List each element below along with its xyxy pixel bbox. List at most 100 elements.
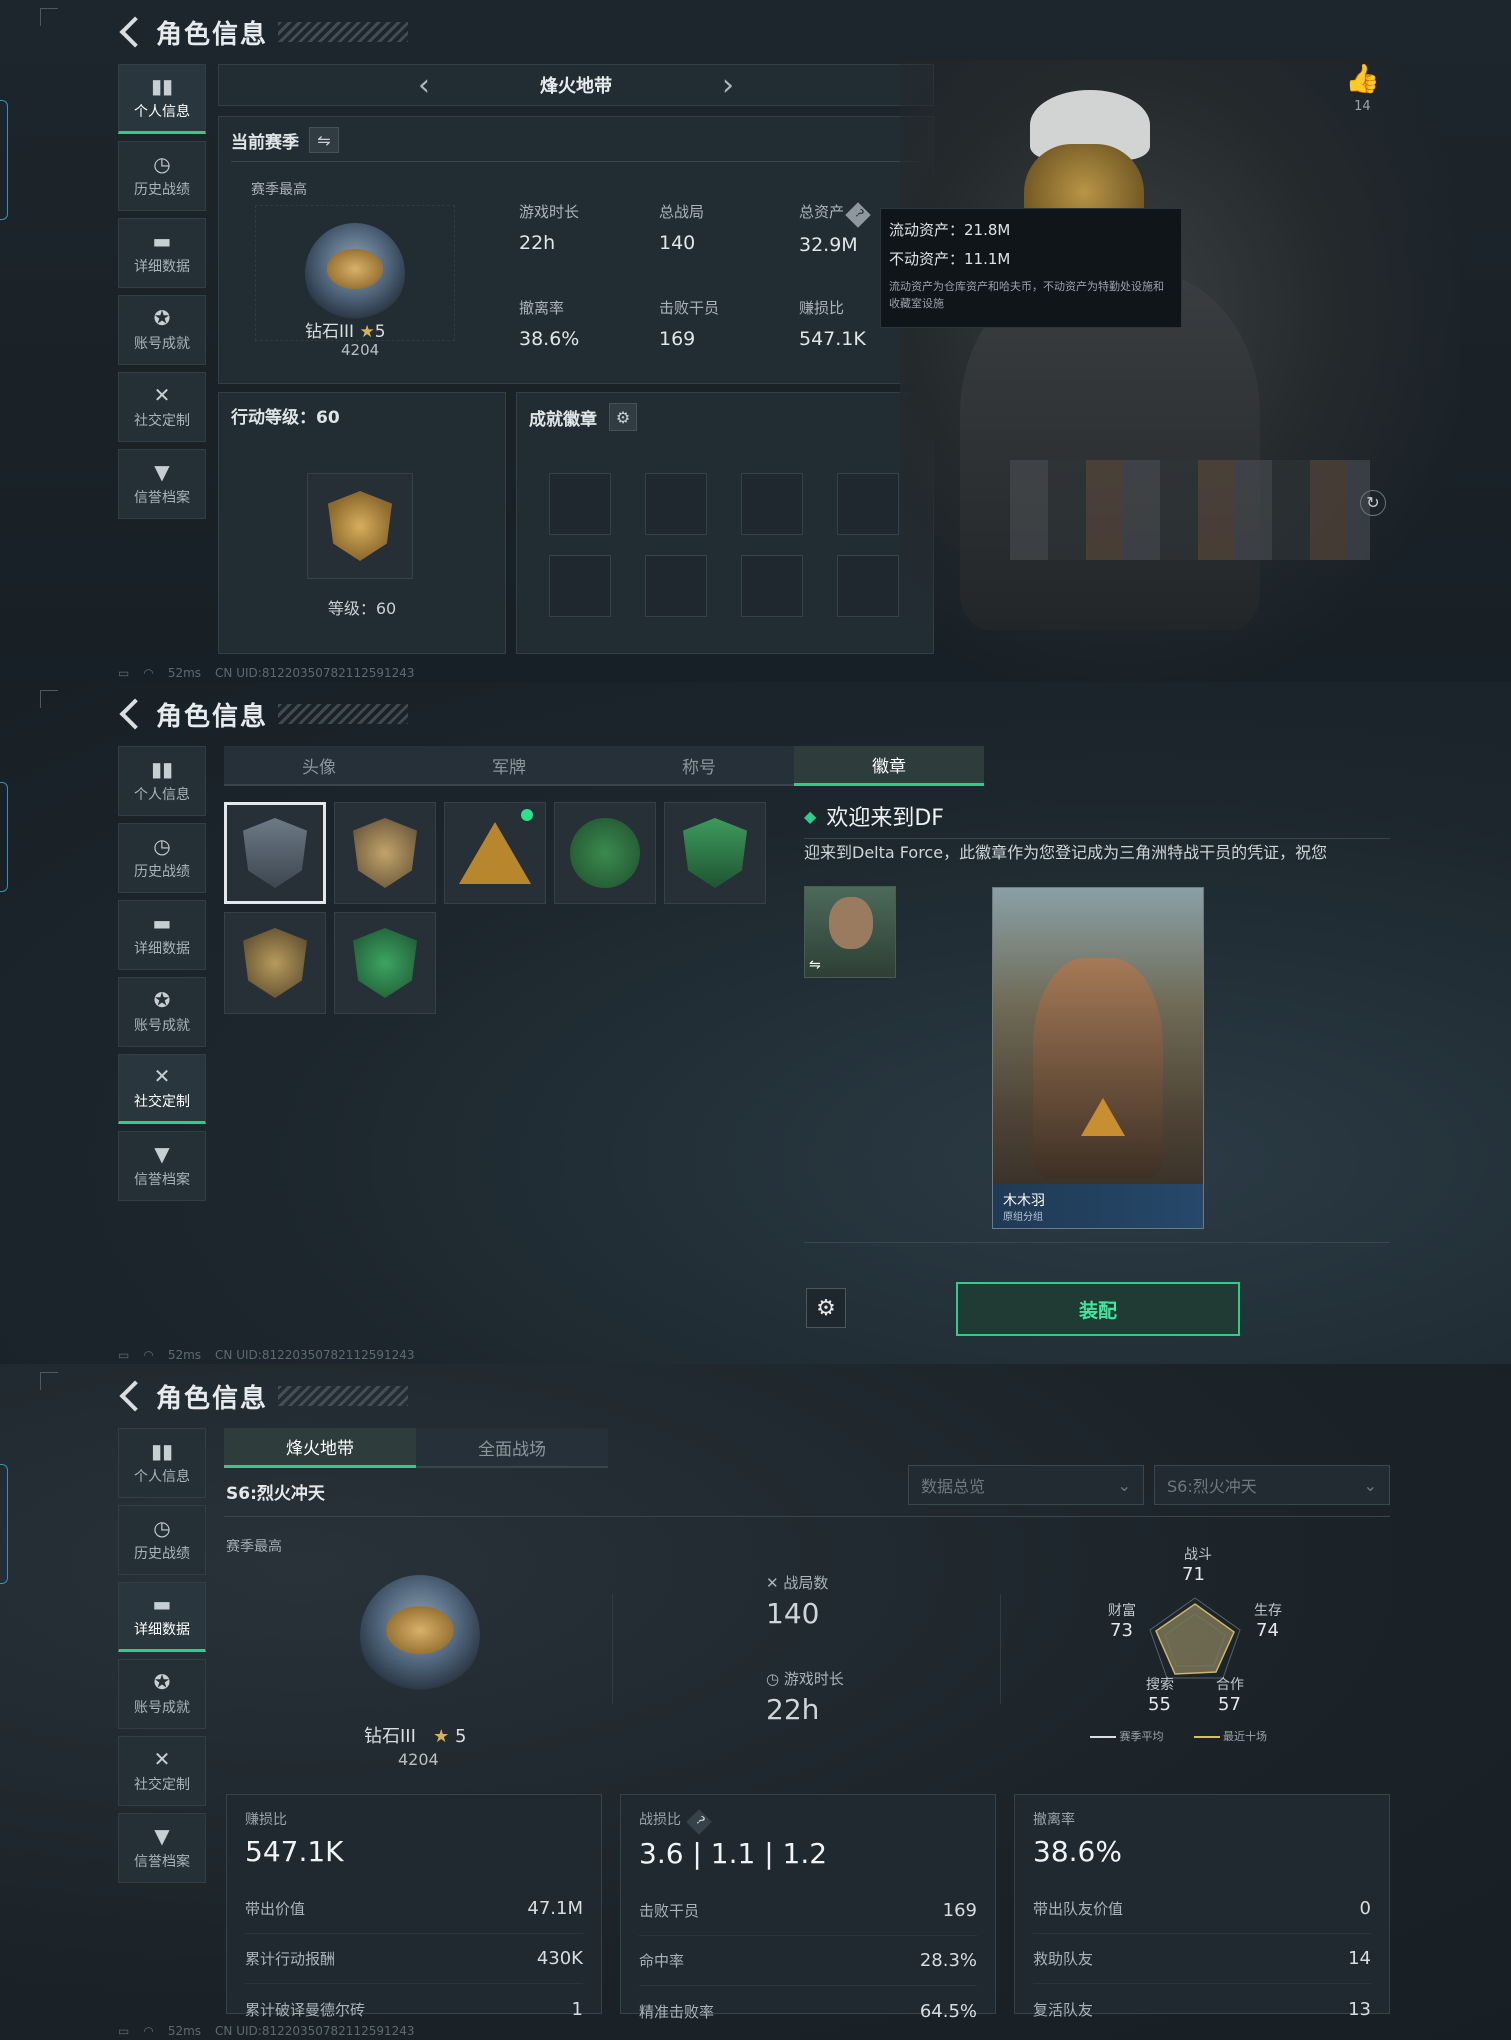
badge-item-selected[interactable] (224, 802, 326, 904)
row-value: 13 (1348, 1998, 1371, 2020)
refresh-icon[interactable]: ↻ (1360, 490, 1386, 516)
card-player-name: 木木羽 (1003, 1193, 1045, 1209)
sidebar-item-personal[interactable]: ▮▮ 个人信息 (118, 64, 206, 134)
stat-value: 169 (659, 328, 696, 350)
equip-button[interactable]: 装配 (956, 1282, 1240, 1336)
clock-icon: ◷ (153, 833, 171, 858)
sidebar-item-history[interactable]: ◷ 历史战绩 (118, 823, 206, 893)
season-dropdown[interactable]: S6:烈火冲天 ⌄ (1154, 1465, 1390, 1505)
data-overview-dropdown[interactable]: 数据总览 ⌄ (908, 1465, 1144, 1505)
help-icon[interactable]: ? (845, 202, 871, 228)
stat-box-kd: 战损比 ? 3.6 | 1.1 | 1.2 击败干员 169 命中率 28.3% 精… (620, 1794, 996, 2022)
gear-icon[interactable]: ⚙ (609, 403, 637, 431)
badge-item[interactable] (334, 912, 436, 1014)
next-mode-icon[interactable]: › (722, 68, 734, 103)
sidebar-item-history[interactable]: ◷ 历史战绩 (118, 141, 206, 211)
tab-title[interactable]: 称号 (604, 746, 794, 786)
season-title: S6:烈火冲天 (226, 1484, 325, 1504)
sidebar-item-history[interactable]: ◷ 历史战绩 (118, 1505, 206, 1575)
sidebar-item-reputation[interactable]: ▼ 信誉档案 (118, 1131, 206, 1201)
row-value: 64.5% (919, 2000, 977, 2022)
achievement-slot[interactable] (837, 555, 899, 617)
games-stat: ✕ 战局数 140 (766, 1572, 828, 1630)
row-label: 带出队友价值 (1033, 1900, 1124, 1918)
like-widget[interactable]: 👍 14 (1345, 62, 1380, 114)
badge-item[interactable] (224, 912, 326, 1014)
badge-item[interactable] (664, 802, 766, 904)
tools-icon: ✕ (153, 1063, 171, 1088)
sidebar-item-social[interactable]: ✕ 社交定制 (118, 1054, 206, 1124)
helicopter-badge-icon (353, 818, 417, 888)
back-arrow-icon[interactable] (119, 1380, 151, 1412)
sidebar-item-details[interactable]: ▬ 详细数据 (118, 1582, 206, 1652)
sidebar-label: 个人信息 (134, 103, 190, 120)
achievement-slot[interactable] (645, 555, 707, 617)
tab-badge[interactable]: 徽章 (794, 746, 984, 786)
level-badge (307, 473, 413, 579)
achievement-slot[interactable] (741, 473, 803, 535)
screen-social-custom: 角色信息 ▮▮ 个人信息 ◷ 历史战绩 ▬ 详细数据 ✪ 账号成就 ✕ 社交定制 ▼ 信誉档… (0, 682, 1511, 1364)
operator-avatar[interactable]: ⇋ (804, 886, 896, 978)
box-head-row: 战损比 ? (639, 1809, 977, 1835)
row-value: 47.1M (527, 1898, 583, 1919)
edge-handle[interactable] (0, 1464, 8, 1584)
sidebar-item-reputation[interactable]: ▼ 信誉档案 (118, 1813, 206, 1883)
sidebar-item-details[interactable]: ▬ 详细数据 (118, 218, 206, 288)
stat-label: 撤离率 (519, 299, 565, 317)
badge-item[interactable] (444, 802, 546, 904)
sidebar-item-achievements[interactable]: ✪ 账号成就 (118, 1659, 206, 1729)
stat-extract: 撤离率 38.6% (519, 297, 579, 350)
like-count: 14 (1354, 99, 1371, 114)
edge-handle[interactable] (0, 782, 8, 892)
card-nameplate: 木木羽 原组分组 (993, 1184, 1203, 1228)
sidebar-item-achievements[interactable]: ✪ 账号成就 (118, 977, 206, 1047)
thumbs-up-icon[interactable]: 👍 (1345, 62, 1380, 95)
uid-text: CN UID:812203507821125912​43 (215, 666, 415, 680)
back-arrow-icon[interactable] (119, 16, 151, 48)
swap-icon[interactable]: ⇋ (809, 957, 821, 973)
row-label: 累计行动报酬 (245, 1950, 336, 1968)
prev-mode-icon[interactable]: ‹ (418, 68, 430, 103)
status-footer: ▭ ◠ 52ms CN UID:812203507821125912​43 (118, 666, 415, 680)
tab-warzone[interactable]: 烽火地带 (224, 1428, 416, 1468)
level-title: 行动等级：60 (231, 408, 340, 428)
achievement-slot[interactable] (645, 473, 707, 535)
medal-icon: ✪ (153, 1669, 171, 1694)
help-icon[interactable]: ? (686, 1809, 712, 1835)
tab-full-battle[interactable]: 全面战场 (416, 1428, 608, 1468)
sidebar-item-personal[interactable]: ▮▮ 个人信息 (118, 1428, 206, 1498)
achievement-slot[interactable] (549, 555, 611, 617)
sidebar-item-reputation[interactable]: ▼ 信誉档案 (118, 449, 206, 519)
achievement-slot[interactable] (549, 473, 611, 535)
stat-value: 547.1K (799, 328, 866, 350)
no-weapon-badge-icon (243, 928, 307, 998)
rank-line: 钻石III ★ 5 (364, 1722, 466, 1748)
stat-box-extract: 撤离率 38.6% 带出队友价值 0 救助队友 14 复活队友 13 (1014, 1794, 1390, 2020)
swap-icon[interactable]: ⇋ (309, 127, 339, 153)
rank-score: 4204 (341, 341, 380, 359)
badge-item[interactable] (554, 802, 656, 904)
stat-games: 总战局 140 (659, 201, 704, 254)
sidebar-item-social[interactable]: ✕ 社交定制 (118, 372, 206, 442)
back-arrow-icon[interactable] (119, 698, 151, 730)
shield-check-icon: ▼ (154, 1823, 170, 1848)
stat-label: 游戏时长 (519, 203, 580, 221)
edge-handle[interactable] (0, 100, 8, 220)
achievement-slot[interactable] (837, 473, 899, 535)
rank-medal-icon (305, 223, 405, 323)
crossed-swords-icon: ✕ (766, 1574, 779, 1592)
achievement-slot[interactable] (741, 555, 803, 617)
settings-gear-icon[interactable]: ⚙ (806, 1288, 846, 1328)
tab-dogtag[interactable]: 军牌 (414, 746, 604, 786)
sidebar-item-social[interactable]: ✕ 社交定制 (118, 1736, 206, 1806)
sidebar-label: 历史战绩 (134, 181, 190, 198)
rank-badge (350, 1570, 490, 1700)
sidebar-item-details[interactable]: ▬ 详细数据 (118, 900, 206, 970)
sidebar-item-personal[interactable]: ▮▮ 个人信息 (118, 746, 206, 816)
operator-portrait (900, 60, 1460, 682)
wifi-icon: ◠ (143, 666, 154, 680)
sidebar-item-achievements[interactable]: ✪ 账号成就 (118, 295, 206, 365)
badge-item[interactable] (334, 802, 436, 904)
asset-tooltip: 流动资产：21.8M 不动资产：11.1M 流动资产为仓库资产和哈夫币，不动资产… (880, 208, 1182, 328)
tab-avatar[interactable]: 头像 (224, 746, 414, 786)
